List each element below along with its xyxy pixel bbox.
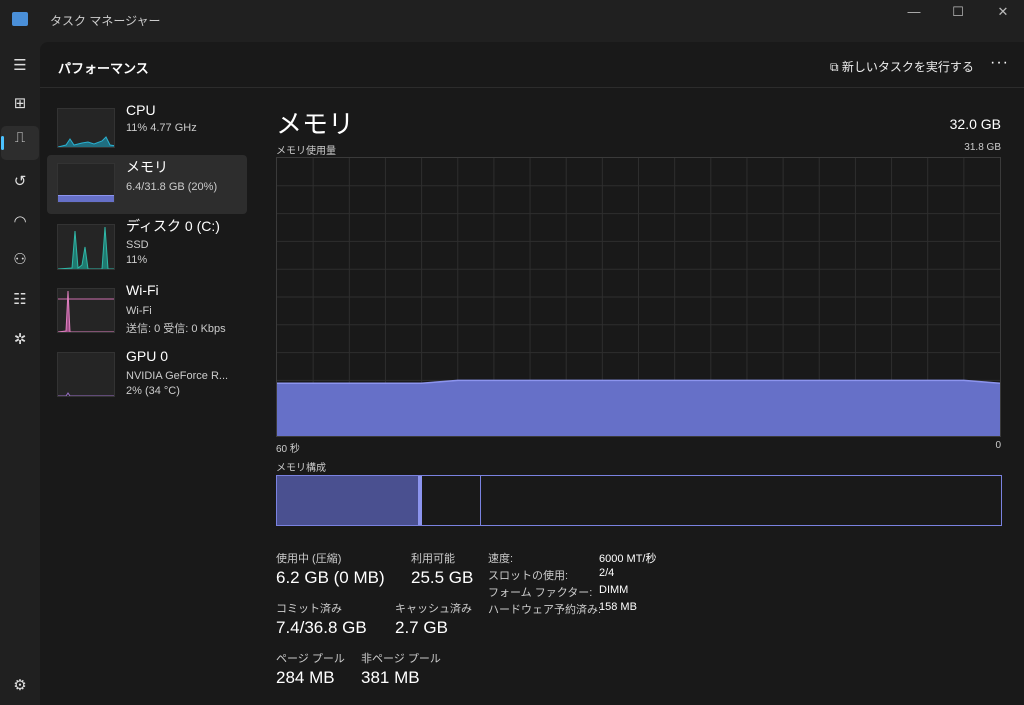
run-task-label: 新しいタスクを実行する — [841, 60, 974, 74]
settings-gear-icon[interactable]: ⚙ — [8, 674, 32, 698]
detail-label: フォーム ファクター: — [488, 587, 593, 599]
memory-total: 32.0 GB — [949, 116, 1001, 132]
stat-label: 非ページ プール — [361, 653, 441, 665]
stat-label: 利用可能 — [411, 553, 455, 565]
app-icon — [12, 12, 28, 26]
sidebar-item-disk[interactable]: ディスク 0 (C:) SSD 11% — [47, 214, 247, 276]
detail-value: 158 MB — [599, 601, 637, 613]
nav-rail: ☰ ⊞ ⎍ ↺ ◠ ⚇ ☷ ✲ ⚙ — [0, 40, 40, 705]
active-indicator — [1, 136, 4, 150]
users-icon[interactable]: ⚇ — [8, 248, 32, 272]
sidebar-item-sub: 2% (34 °C) — [126, 385, 180, 397]
hamburger-menu-icon[interactable]: ☰ — [8, 54, 32, 78]
sidebar-item-sub: 11% 4.77 GHz — [126, 122, 197, 134]
sidebar-item-sub: 6.4/31.8 GB (20%) — [126, 181, 218, 193]
gpu-thumbnail-graph — [57, 352, 115, 397]
main-panel: パフォーマンス ⧉ 新しいタスクを実行する ··· CPU 11% 4.77 G… — [40, 42, 1024, 705]
detail-value: DIMM — [599, 584, 629, 596]
sidebar-item-sub: 送信: 0 受信: 0 Kbps — [126, 323, 226, 335]
sidebar-item-sub: Wi-Fi — [126, 305, 152, 317]
app-history-icon[interactable]: ↺ — [8, 170, 32, 194]
title-bar: タスク マネージャー — ☐ ✕ — [0, 0, 1024, 40]
usage-max: 31.8 GB — [964, 142, 1001, 153]
standby-segment[interactable] — [422, 476, 481, 525]
sidebar-item-sub: SSD — [126, 239, 149, 251]
disk-thumbnail-graph — [57, 224, 115, 270]
sidebar-item-wifi[interactable]: Wi-Fi Wi-Fi 送信: 0 受信: 0 Kbps — [47, 280, 247, 340]
services-icon[interactable]: ✲ — [8, 328, 32, 352]
maximize-button[interactable]: ☐ — [943, 4, 973, 19]
sidebar-item-name: Wi-Fi — [126, 282, 159, 298]
memory-composition-bar — [276, 475, 1002, 526]
usage-area — [277, 380, 1000, 436]
memory-heading: メモリ — [276, 109, 355, 139]
stat-label: 使用中 (圧縮) — [276, 553, 342, 565]
stat-value: 6.2 GB (0 MB) — [276, 568, 385, 587]
detail-label: 速度: — [488, 553, 514, 565]
sidebar-item-cpu[interactable]: CPU 11% 4.77 GHz — [47, 100, 247, 159]
sidebar-item-name: メモリ — [126, 159, 168, 175]
processes-icon[interactable]: ⊞ — [8, 92, 32, 116]
stat-label: コミット済み — [276, 603, 342, 615]
free-segment[interactable] — [481, 476, 1001, 525]
run-new-task-button[interactable]: ⧉ 新しいタスクを実行する — [830, 58, 974, 75]
composition-label: メモリ構成 — [276, 463, 326, 474]
page-header: パフォーマンス ⧉ 新しいタスクを実行する ··· — [40, 42, 1024, 88]
detail-label: スロットの使用: — [488, 570, 569, 582]
run-task-icon: ⧉ — [830, 60, 842, 74]
window-title: タスク マネージャー — [50, 14, 161, 28]
sidebar-item-sub: 11% — [126, 254, 148, 266]
sidebar-item-gpu[interactable]: GPU 0 NVIDIA GeForce R... 2% (34 °C) — [47, 346, 247, 405]
sidebar-item-name: ディスク 0 (C:) — [126, 218, 220, 234]
page-title: パフォーマンス — [58, 61, 149, 76]
close-button[interactable]: ✕ — [988, 4, 1018, 19]
time-left-label: 60 秒 — [276, 444, 300, 455]
stat-value: 7.4/36.8 GB — [276, 618, 367, 637]
memory-usage-graph — [276, 157, 1001, 437]
startup-apps-icon[interactable]: ◠ — [8, 210, 32, 234]
stat-value: 25.5 GB — [411, 568, 474, 587]
stat-value: 284 MB — [276, 668, 335, 687]
detail-value: 2/4 — [599, 567, 615, 579]
cpu-thumbnail-graph — [57, 108, 115, 148]
detail-value: 6000 MT/秒 — [599, 553, 657, 565]
in-use-segment[interactable] — [277, 476, 419, 525]
more-options-button[interactable]: ··· — [990, 54, 1009, 72]
time-right-label: 0 — [995, 440, 1001, 451]
performance-icon[interactable]: ⎍ — [1, 126, 39, 160]
sidebar-item-sub: NVIDIA GeForce R... — [126, 370, 229, 382]
stat-value: 2.7 GB — [395, 618, 448, 637]
stat-value: 381 MB — [361, 668, 420, 687]
sidebar-item-name: CPU — [126, 102, 156, 118]
stat-label: ページ プール — [276, 653, 345, 665]
sidebar-item-name: GPU 0 — [126, 348, 169, 364]
details-icon[interactable]: ☷ — [8, 288, 32, 312]
detail-label: ハードウェア予約済み: — [488, 604, 602, 616]
minimize-button[interactable]: — — [899, 4, 929, 19]
memory-thumbnail-graph — [57, 163, 115, 203]
stat-label: キャッシュ済み — [395, 603, 472, 615]
sidebar-item-memory[interactable]: メモリ 6.4/31.8 GB (20%) — [47, 155, 247, 214]
usage-label: メモリ使用量 — [276, 146, 336, 157]
wifi-thumbnail-graph — [57, 288, 115, 333]
